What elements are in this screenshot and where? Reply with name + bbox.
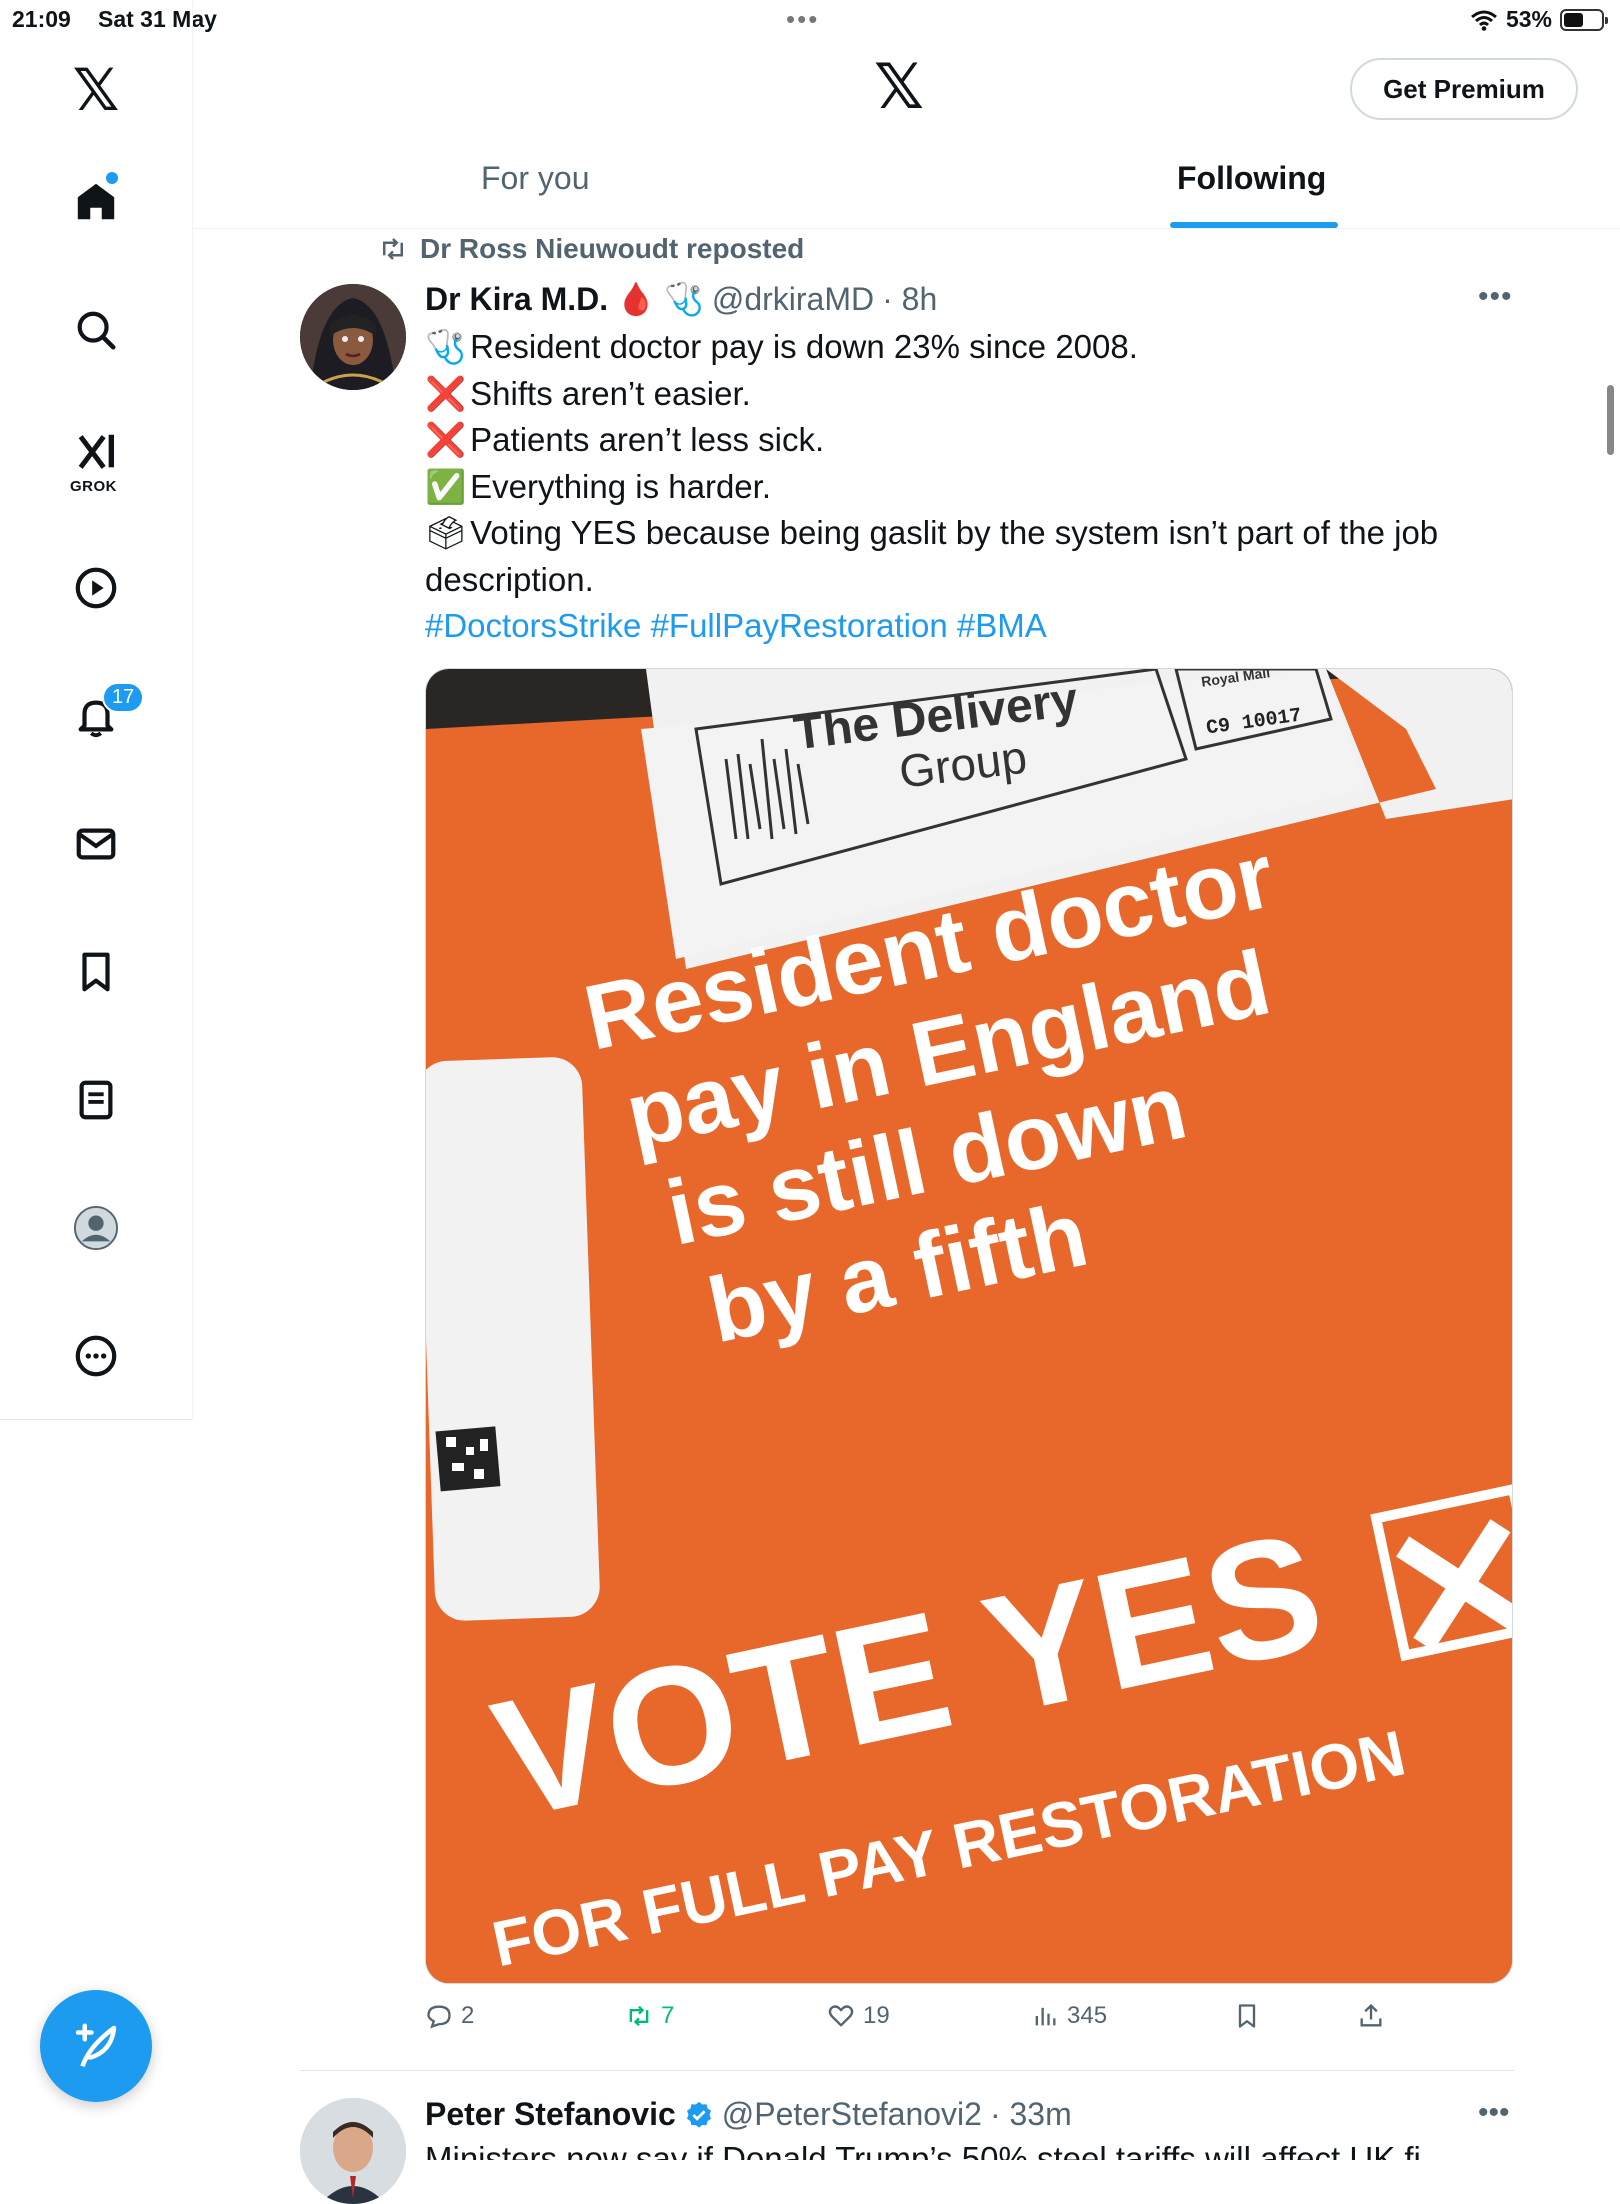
post-header: Peter Stefanovic @PeterStefanovi2 · 33m <box>425 2096 1072 2133</box>
repost-icon <box>383 238 403 260</box>
tab-following[interactable]: Following <box>1177 160 1326 197</box>
play-icon <box>75 567 117 609</box>
x-logo-icon: 𝕏 <box>72 56 120 124</box>
post-line-text: Shifts aren’t easier. <box>470 374 751 412</box>
multitask-dots-icon[interactable]: ••• <box>786 4 819 35</box>
battery-icon <box>1560 8 1608 31</box>
status-right: 53% <box>1470 6 1608 33</box>
author-avatar[interactable] <box>300 2098 406 2204</box>
repost-icon <box>629 2005 649 2027</box>
post-line-text: Voting YES because being gaslit by the s… <box>425 514 1439 598</box>
ballot-x-box <box>1370 1482 1512 1661</box>
more-options-icon[interactable]: ••• <box>1478 2096 1510 2130</box>
post-header: Dr Kira M.D. 🩸 🩺 @drkiraMD · 8h <box>425 280 937 318</box>
post-time[interactable]: · 8h <box>882 281 937 318</box>
sidebar-x-logo[interactable]: 𝕏 <box>64 58 128 122</box>
grok-label: GROK <box>70 478 117 495</box>
cross-mark-emoji: ❌ <box>425 373 467 413</box>
author-stethoscope-emoji: 🩺 <box>663 281 704 317</box>
sidebar: 𝕏 GROK 17 <box>0 0 193 1420</box>
repost-label: Dr Ross Nieuwoudt reposted <box>420 233 805 264</box>
repost-context[interactable]: Dr Ross Nieuwoudt reposted <box>378 233 804 265</box>
share-icon <box>1360 2003 1382 2027</box>
sidebar-item-video[interactable] <box>64 556 128 620</box>
post-line: ❌ Shifts aren’t easier. <box>425 371 1515 418</box>
post-divider <box>300 2070 1514 2071</box>
compose-button[interactable] <box>40 1990 152 2102</box>
sidebar-item-profile[interactable] <box>64 1196 128 1260</box>
sidebar-item-home[interactable] <box>64 170 128 234</box>
post-line: 🗳 Voting YES because being gaslit by the… <box>425 510 1515 603</box>
author-handle[interactable]: @PeterStefanovi2 <box>722 2096 982 2133</box>
cross-mark-emoji: ❌ <box>425 420 467 459</box>
repost-count: 7 <box>661 2002 675 2029</box>
post-line-text: Patients aren’t less sick. <box>470 421 825 458</box>
sidebar-item-lists[interactable] <box>64 1068 128 1132</box>
sidebar-divider <box>0 1419 192 1420</box>
avatar-photo <box>300 2098 406 2204</box>
like-button[interactable]: 19 <box>827 2002 890 2030</box>
avatar-illustration <box>300 284 406 390</box>
bookmark-button[interactable] <box>1233 2002 1261 2030</box>
wifi-icon <box>1470 10 1497 31</box>
scrollbar[interactable] <box>1607 385 1614 455</box>
post-body: 🩺 Resident doctor pay is down 23% since … <box>425 324 1515 650</box>
profile-icon <box>73 1205 119 1251</box>
post-line-text: Everything is harder. <box>470 467 771 505</box>
stethoscope-emoji: 🩺 <box>425 327 467 366</box>
home-unread-dot <box>106 172 118 184</box>
author-handle[interactable]: @drkiraMD <box>712 281 874 318</box>
ballot-box-emoji: 🗳 <box>425 513 467 552</box>
author-drop-emoji: 🩸 <box>616 281 656 317</box>
post-hashtags[interactable]: #DoctorsStrike #FullPayRestoration #BMA <box>425 603 1515 650</box>
share-button[interactable] <box>1357 2002 1385 2030</box>
ballot-x-icon <box>1395 1518 1512 1651</box>
sidebar-item-grok[interactable] <box>64 420 128 484</box>
views-icon <box>1035 2007 1056 2026</box>
sidebar-item-bookmarks[interactable] <box>64 940 128 1004</box>
sidebar-item-more[interactable] <box>64 1324 128 1388</box>
tab-active-indicator <box>1170 222 1338 228</box>
bookmark-icon <box>1238 2004 1256 2028</box>
check-mark-emoji: ✅ <box>425 466 467 506</box>
list-icon <box>79 1080 113 1120</box>
views-button[interactable]: 345 <box>1031 2002 1107 2030</box>
grok-icon <box>78 434 115 469</box>
bookmark-icon <box>82 952 110 992</box>
views-count: 345 <box>1067 2002 1108 2029</box>
post-line: ❌ Patients aren’t less sick. <box>425 417 1515 464</box>
author-avatar[interactable] <box>300 284 406 390</box>
mail-icon <box>76 828 116 860</box>
verified-badge-icon <box>686 2101 711 2128</box>
status-bar: 21:09 Sat 31 May ••• 53% <box>0 0 1620 40</box>
post-line: ✅ Everything is harder. <box>425 464 1515 511</box>
post-line: 🩺 Resident doctor pay is down 23% since … <box>425 324 1515 371</box>
post-line-text: Resident doctor pay is down 23% since 20… <box>470 328 1138 365</box>
reply-button[interactable]: 2 <box>425 2002 474 2030</box>
header-x-logo-icon[interactable]: 𝕏 <box>874 56 924 118</box>
post-body-partial: Ministers now say if Donald Trump’s 50% … <box>425 2140 1421 2160</box>
more-circle-icon <box>75 1335 117 1377</box>
reply-count: 2 <box>461 2002 475 2029</box>
like-count: 19 <box>863 2002 890 2029</box>
sidebar-item-explore[interactable] <box>64 298 128 362</box>
battery-percent: 53% <box>1505 6 1552 32</box>
more-options-icon[interactable]: ••• <box>1478 280 1513 314</box>
author-name[interactable]: Dr Kira M.D. <box>425 281 608 318</box>
heart-icon <box>828 2005 854 2027</box>
reply-icon <box>427 2005 451 2029</box>
post-actions: 2 7 19 345 <box>425 2002 1425 2042</box>
get-premium-button[interactable]: Get Premium <box>1350 58 1578 120</box>
notifications-badge: 17 <box>102 682 145 713</box>
sidebar-item-messages[interactable] <box>64 812 128 876</box>
post-time[interactable]: · 33m <box>990 2096 1072 2133</box>
tab-for-you[interactable]: For you <box>481 160 589 197</box>
home-icon <box>77 183 115 220</box>
post-image[interactable]: The Delivery Group Royal Mail C9 10017 R… <box>425 668 1513 1984</box>
author-name[interactable]: Peter Stefanovic <box>425 2096 676 2133</box>
search-icon <box>77 311 116 350</box>
compose-feather-icon <box>75 2023 117 2068</box>
timeline-header: 𝕏 Get Premium For you Following <box>193 40 1620 229</box>
repost-button[interactable]: 7 <box>625 2002 674 2030</box>
